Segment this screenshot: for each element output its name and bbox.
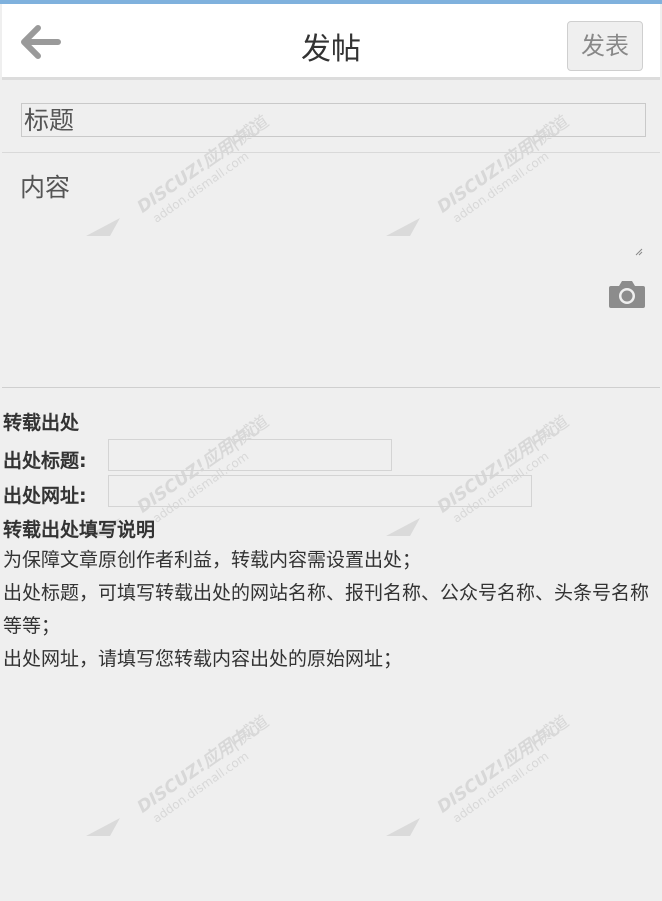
publish-button[interactable]: 发表 <box>567 21 643 71</box>
resize-handle-icon[interactable] <box>635 248 643 256</box>
watermark-brand: DISCUZ!应用中心 <box>434 716 567 817</box>
guide-line: 出处标题，可填写转载出处的网站名称、报刊名称、公众号名称、头条号名称等等； <box>3 582 650 637</box>
source-title-input[interactable] <box>108 439 392 471</box>
source-heading: 转载出处 <box>3 412 80 434</box>
watermark-brand-cn: 贰道 <box>234 712 273 748</box>
source-title-label: 出处标题: <box>3 450 87 472</box>
source-url-input[interactable] <box>108 475 532 507</box>
watermark: DISCUZ!应用中心 | 贰道 addon.dismall.com <box>380 710 590 840</box>
watermark-brand-cn: 贰道 <box>534 712 573 748</box>
watermark-url: addon.dismall.com <box>450 749 551 826</box>
watermark-divider: | <box>525 734 541 754</box>
watermark-brand-cn: 贰道 <box>534 412 573 448</box>
guide-line: 为保障文章原创作者利益，转载内容需设置出处； <box>3 549 422 571</box>
title-input[interactable] <box>21 103 646 137</box>
source-url-label: 出处网址: <box>3 485 87 507</box>
camera-button[interactable] <box>608 278 646 310</box>
source-guide-title: 转载出处填写说明 <box>3 519 156 541</box>
content-section <box>2 154 660 388</box>
header-bar: 发帖 发表 <box>2 4 660 80</box>
content-textarea[interactable] <box>20 168 644 258</box>
watermark-brand: DISCUZ!应用中心 <box>134 716 267 817</box>
camera-icon <box>609 281 645 308</box>
watermark-divider: | <box>225 734 241 754</box>
title-field-row <box>2 83 660 153</box>
watermark: DISCUZ!应用中心 | 贰道 addon.dismall.com <box>80 710 290 840</box>
watermark-url: addon.dismall.com <box>150 749 251 826</box>
guide-line: 出处网址，请填写您转载内容出处的原始网址； <box>3 648 403 670</box>
page-title: 发帖 <box>301 32 361 67</box>
watermark-divider: | <box>525 434 541 454</box>
